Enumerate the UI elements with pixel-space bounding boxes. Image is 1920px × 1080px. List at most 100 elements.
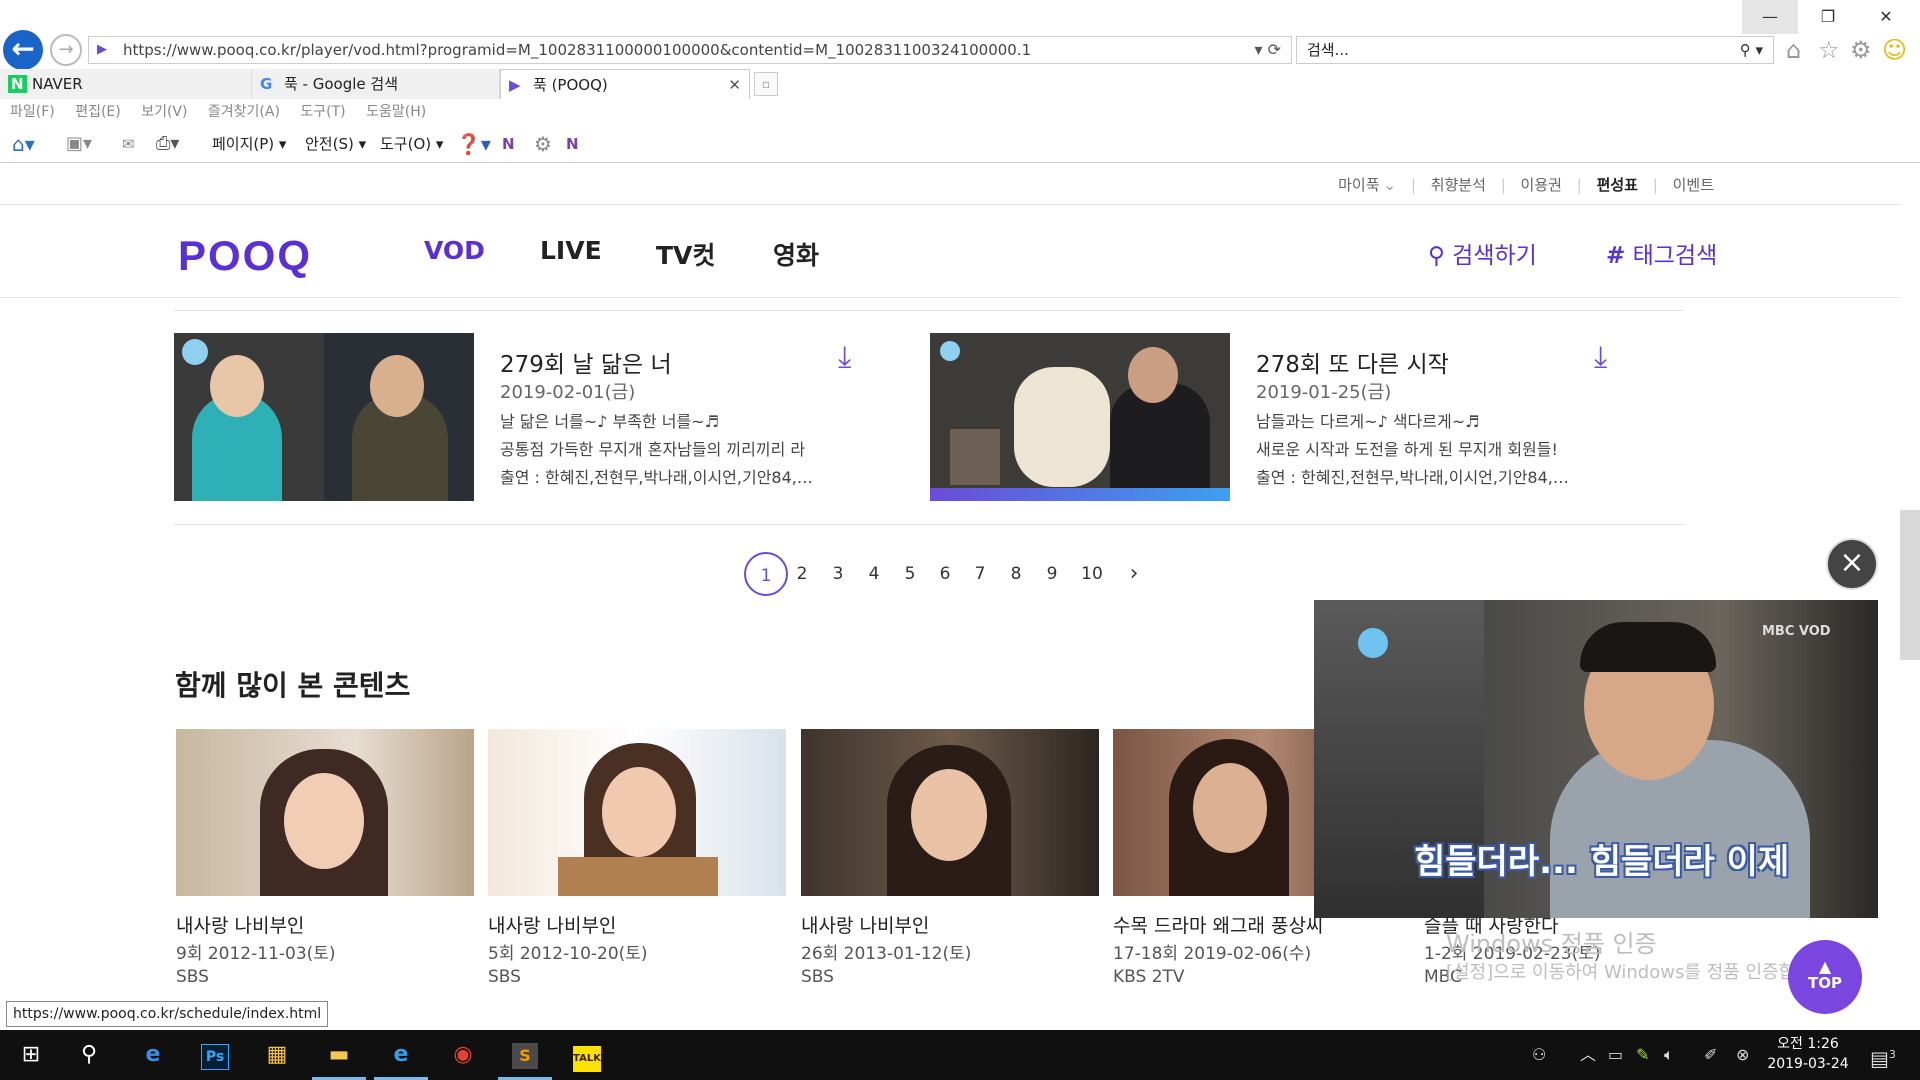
edge-icon[interactable]: e [126, 1030, 180, 1080]
episode-cast: 출연 : 한혜진,전현무,박나래,이시언,기안84,… [1256, 468, 1569, 487]
content-title[interactable]: 내사랑 나비부인 [176, 911, 304, 938]
video-subtitle-caption: 힘들더라... 힘들더라 이제 [1414, 842, 1790, 882]
show-logo-icon [1358, 628, 1388, 658]
tab-strip: N NAVER G 푹 - Google 검색 ▶ 푹 (POOQ) ✕ [0, 69, 1920, 99]
next-page-chevron-icon[interactable]: › [1112, 552, 1156, 596]
battery-icon[interactable]: ▭ [1608, 1030, 1623, 1080]
tray-expand-chevron-icon[interactable]: ︿ [1580, 1030, 1596, 1080]
refresh-icon[interactable]: ▾ ⟳ [1254, 37, 1281, 63]
scrollbar-thumb[interactable] [1900, 510, 1920, 660]
close-player-button[interactable]: × [1826, 538, 1878, 590]
action-center-icon[interactable]: ▤3 [1870, 1030, 1896, 1080]
browser-search-input[interactable]: 검색... ⚲ ▾ [1296, 36, 1774, 64]
settings-gear-icon[interactable]: ⚙ [1850, 36, 1872, 64]
content-thumbnail[interactable] [801, 729, 1099, 896]
tools-menu[interactable]: 도구(O) ▾ [380, 128, 443, 160]
search-icon[interactable]: ⚲ [62, 1030, 116, 1080]
sublime-text-icon[interactable]: S [498, 1030, 552, 1080]
store-icon[interactable]: ▦ [250, 1030, 304, 1080]
tag-search-link[interactable]: # 태그검색 [1606, 236, 1717, 270]
episode-thumbnail[interactable] [930, 333, 1230, 501]
episode-thumbnail[interactable] [174, 333, 474, 501]
minimize-button[interactable]: — [1742, 0, 1798, 34]
home-icon[interactable]: ⌂ [1786, 36, 1801, 64]
system-clock[interactable]: 오전 1:26 2019-03-24 [1758, 1034, 1858, 1074]
util-taste[interactable]: 취향분석 [1431, 176, 1486, 194]
menu-edit[interactable]: 편집(E) [75, 104, 121, 120]
page-10[interactable]: 10 [1070, 552, 1114, 596]
forward-button[interactable]: → [50, 34, 82, 66]
content-card[interactable]: 내사랑 나비부인 26회 2013-01-12(토) SBS [801, 729, 1099, 987]
restore-button[interactable]: ❐ [1800, 0, 1856, 34]
content-channel: KBS 2TV [1113, 967, 1185, 987]
nav-vod[interactable]: VOD [424, 236, 485, 265]
menu-view[interactable]: 보기(V) [141, 104, 187, 120]
rss-feed-icon[interactable]: ▣▾ [66, 128, 92, 160]
menu-file[interactable]: 파일(F) [10, 104, 55, 120]
home-button-icon[interactable]: ⌂▾ [12, 128, 35, 160]
download-icon[interactable]: ⤓ [1594, 340, 1607, 375]
back-button[interactable]: ← [3, 30, 43, 70]
new-tab-button[interactable]: ▫ [754, 72, 778, 96]
network-disconnected-icon[interactable]: ⊗ [1736, 1030, 1749, 1080]
chrome-divider [0, 162, 1920, 163]
episode-title[interactable]: 279회 날 닮은 너 [500, 345, 672, 379]
ink-workspace-icon[interactable]: ✐ [1704, 1030, 1717, 1080]
page-9[interactable]: 9 [1030, 552, 1074, 596]
windows-start-icon[interactable]: ⊞ [4, 1030, 58, 1080]
chrome-icon[interactable]: ◉ [436, 1030, 490, 1080]
kakaotalk-icon[interactable]: TALK [560, 1030, 614, 1080]
search-icon[interactable]: ⚲ ▾ [1740, 37, 1763, 63]
pooq-logo[interactable]: POOQ [178, 232, 312, 280]
address-bar[interactable]: ▶ https://www.pooq.co.kr/player/vod.html… [88, 36, 1292, 64]
smiley-feedback-icon[interactable]: ☺ [1882, 36, 1907, 64]
divider: | [1500, 176, 1506, 194]
content-episode: 5회 2012-10-20(토) [488, 944, 648, 964]
content-thumbnail[interactable] [176, 729, 474, 896]
util-event[interactable]: 이벤트 [1673, 176, 1714, 194]
volume-icon[interactable]: 🔈︎ [1664, 1030, 1674, 1080]
mail-icon[interactable]: ✉ [122, 128, 135, 160]
menu-tools[interactable]: 도구(T) [300, 104, 345, 120]
scroll-top-button[interactable]: ▲ TOP [1788, 940, 1862, 1014]
page-menu[interactable]: 페이지(P) ▾ [212, 128, 286, 160]
pen-icon[interactable]: ✎ [1636, 1030, 1649, 1080]
close-tab-icon[interactable]: ✕ [728, 70, 741, 100]
episodes-top-divider [174, 310, 1684, 311]
inset-image [950, 429, 1000, 485]
episode-title[interactable]: 278회 또 다른 시작 [1256, 345, 1449, 379]
mini-video-player[interactable]: MBC VOD 힘들더라... 힘들더라 이제 [1314, 600, 1878, 918]
close-window-button[interactable]: ✕ [1858, 0, 1914, 34]
nav-live[interactable]: LIVE [540, 236, 602, 265]
content-card[interactable]: 내사랑 나비부인 9회 2012-11-03(토) SBS [176, 729, 474, 987]
onenote-linked-icon[interactable]: N [566, 128, 579, 160]
search-link[interactable]: ⚲ 검색하기 [1428, 236, 1537, 270]
menu-favorites[interactable]: 즐겨찾기(A) [208, 104, 280, 120]
content-card[interactable]: 내사랑 나비부인 5회 2012-10-20(토) SBS [488, 729, 786, 987]
util-mypooq[interactable]: 마이푹 [1338, 176, 1379, 194]
menu-help[interactable]: 도움말(H) [366, 104, 426, 120]
onenote-icon[interactable]: N [502, 128, 515, 160]
util-pass[interactable]: 이용권 [1521, 176, 1562, 194]
help-icon[interactable]: ❓▾ [456, 128, 491, 160]
content-title[interactable]: 내사랑 나비부인 [488, 911, 616, 938]
tab-pooq[interactable]: ▶ 푹 (POOQ) ✕ [500, 69, 750, 99]
gear-icon[interactable]: ⚙ [534, 128, 552, 160]
download-icon[interactable]: ⤓ [838, 340, 851, 375]
photoshop-icon[interactable]: Ps [188, 1030, 242, 1080]
util-schedule[interactable]: 편성표 [1597, 176, 1638, 194]
people-icon[interactable]: ⚇ [1532, 1030, 1546, 1080]
nav-movie[interactable]: 영화 [773, 236, 819, 272]
internet-explorer-icon[interactable]: e [374, 1030, 428, 1080]
file-explorer-icon[interactable]: ▬ [312, 1030, 366, 1080]
content-title[interactable]: 수목 드라마 왜그래 풍상씨 [1113, 911, 1323, 938]
print-icon[interactable]: ⎙▾ [156, 128, 179, 160]
content-title[interactable]: 내사랑 나비부인 [801, 911, 929, 938]
nav-tvcut[interactable]: TV컷 [656, 236, 715, 272]
favorites-star-icon[interactable]: ☆ [1818, 36, 1840, 64]
safety-menu[interactable]: 안전(S) ▾ [305, 128, 366, 160]
tab-google[interactable]: G 푹 - Google 검색 [252, 69, 500, 99]
person-hair [1580, 622, 1716, 672]
content-thumbnail[interactable] [488, 729, 786, 896]
tab-naver[interactable]: N NAVER [0, 69, 252, 99]
